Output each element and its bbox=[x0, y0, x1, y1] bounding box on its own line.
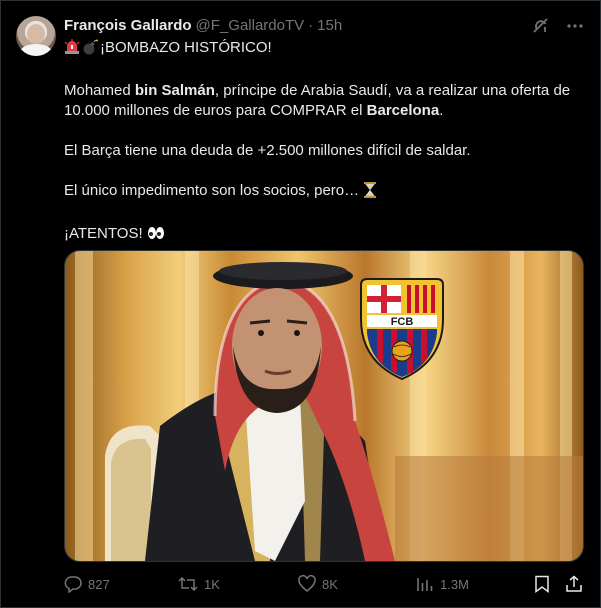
tweet-header: François Gallardo @F_GallardoTV · 15h bbox=[64, 16, 585, 36]
reply-icon bbox=[64, 575, 82, 593]
retweet-count: 1K bbox=[204, 576, 220, 592]
header-icons bbox=[531, 16, 585, 36]
share-button[interactable] bbox=[565, 575, 583, 593]
action-bar: 827 1K 8K 1.3M bbox=[64, 574, 584, 594]
p3-text: El único impedimento son los socios, per… bbox=[64, 182, 364, 199]
hourglass-emoji bbox=[363, 182, 377, 204]
paragraph-1: Mohamed bin Salmán, príncipe de Arabia S… bbox=[64, 81, 584, 121]
bookmark-icon bbox=[534, 575, 550, 593]
tweet-image[interactable]: FCB bbox=[64, 250, 584, 562]
tweet-text: ¡BOMBAZO HISTÓRICO! Mohamed bin Salmán, … bbox=[64, 38, 584, 247]
more-icon[interactable] bbox=[565, 16, 585, 36]
views-icon bbox=[416, 575, 434, 593]
retweet-icon bbox=[178, 575, 198, 593]
eyes-emoji bbox=[147, 225, 165, 247]
separator-dot: · bbox=[308, 17, 314, 34]
tweet-image-art: FCB bbox=[75, 251, 583, 561]
p1-text-a: Mohamed bbox=[64, 82, 135, 99]
siren-emoji bbox=[64, 39, 80, 61]
grok-icon[interactable] bbox=[531, 16, 551, 36]
timestamp[interactable]: 15h bbox=[317, 16, 342, 36]
views-count: 1.3M bbox=[440, 576, 469, 592]
views-button[interactable]: 1.3M bbox=[416, 575, 469, 593]
paragraph-3: El único impedimento son los socios, per… bbox=[64, 181, 584, 204]
retweet-button[interactable]: 1K bbox=[178, 575, 220, 593]
like-count: 8K bbox=[322, 576, 338, 592]
author-name[interactable]: François Gallardo bbox=[64, 16, 192, 36]
paragraph-4: ¡ATENTOS! bbox=[64, 224, 584, 247]
reply-button[interactable]: 827 bbox=[64, 575, 110, 593]
avatar-face bbox=[27, 24, 45, 44]
like-icon bbox=[298, 575, 316, 593]
fcb-crest-text: FCB bbox=[391, 316, 414, 328]
share-icon bbox=[565, 575, 583, 593]
p1-bold-club: Barcelona bbox=[366, 102, 440, 119]
headline-line: ¡BOMBAZO HISTÓRICO! bbox=[64, 38, 584, 61]
author-handle[interactable]: @F_GallardoTV bbox=[196, 16, 305, 36]
paragraph-2: El Barça tiene una deuda de +2.500 millo… bbox=[64, 142, 471, 159]
headline-text: ¡BOMBAZO HISTÓRICO! bbox=[100, 39, 272, 56]
like-button[interactable]: 8K bbox=[298, 575, 338, 593]
avatar-shirt bbox=[20, 44, 52, 56]
bookmark-button[interactable] bbox=[534, 575, 550, 593]
p1-bold-name: bin Salmán bbox=[134, 82, 215, 99]
fcb-crest: FCB bbox=[360, 278, 444, 381]
avatar[interactable] bbox=[16, 16, 56, 56]
bomb-emoji bbox=[82, 39, 98, 61]
reply-count: 827 bbox=[88, 576, 110, 592]
p4-text: ¡ATENTOS! bbox=[64, 225, 147, 242]
p1-text-e: . bbox=[439, 102, 444, 119]
